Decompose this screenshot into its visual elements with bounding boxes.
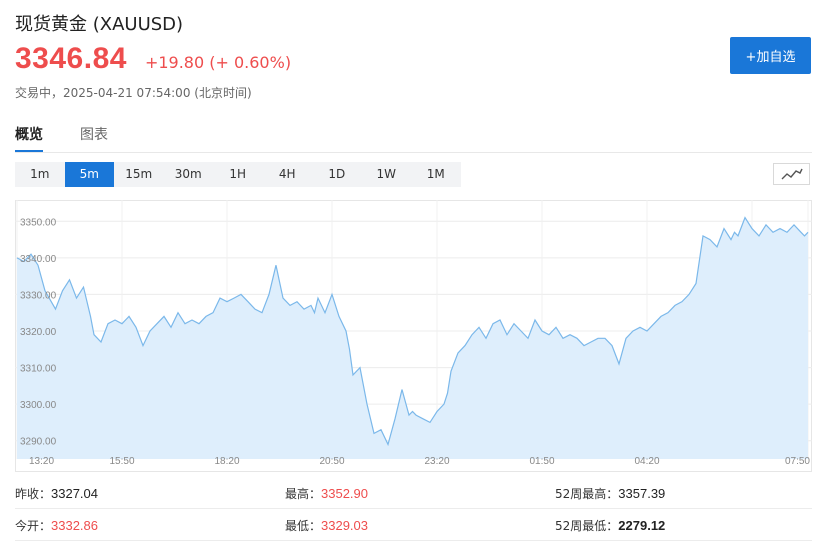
period-1w[interactable]: 1W [362,162,412,187]
prev-close-value: 3327.04 [51,486,99,501]
w52-high-value: 3357.39 [618,486,666,501]
w52-low-stat: 52周最低：2279.12 [555,517,665,534]
stats-row: 今开：3332.86 最低：3329.03 52周最低：2279.12 [15,510,812,541]
y-tick-label: 3320.00 [20,327,57,338]
prev-close-stat: 昨收：3327.04 [15,485,98,502]
stats-row: 昨收：3327.04 最高：3352.90 52周最高：3357.39 [15,478,812,509]
tab-chart[interactable]: 图表 [80,124,108,150]
period-30m[interactable]: 30m [164,162,214,187]
tab-bar: 概览 图表 [15,122,812,153]
period-1h[interactable]: 1H [213,162,263,187]
high-label: 最高： [285,487,322,501]
price-row: 3346.84 +19.80 (+ 0.60%) [15,42,291,76]
period-4h[interactable]: 4H [263,162,313,187]
tab-overview[interactable]: 概览 [15,124,43,152]
line-chart-icon [781,168,803,180]
prev-close-label: 昨收： [15,487,52,501]
x-tick-label: 04:20 [634,456,659,467]
open-stat: 今开：3332.86 [15,517,98,534]
y-tick-label: 3300.00 [20,400,57,411]
y-tick-label: 3340.00 [20,254,57,265]
stats-table: 昨收：3327.04 最高：3352.90 52周最高：3357.39 今开：3… [15,478,812,548]
x-tick-label: 01:50 [529,456,554,467]
period-selector: 1m 5m 15m 30m 1H 4H 1D 1W 1M [15,162,461,187]
period-1mo[interactable]: 1M [411,162,461,187]
period-15m[interactable]: 15m [114,162,164,187]
w52-high-label: 52周最高： [555,487,619,501]
x-tick-label: 23:20 [424,456,449,467]
chart-type-button[interactable] [773,163,810,185]
w52-low-value: 2279.12 [618,518,666,533]
y-tick-label: 3330.00 [20,290,57,301]
price-change: +19.80 (+ 0.60%) [144,53,292,72]
price-chart: 3290.00 3300.00 3310.00 3320.00 3330.00 3340.… [15,200,812,472]
y-tick-label: 3350.00 [20,217,57,228]
w52-high-stat: 52周最高：3357.39 [555,485,665,502]
high-value: 3352.90 [321,486,369,501]
open-value: 3332.86 [51,518,99,533]
add-watchlist-button[interactable]: +加自选 [730,37,811,74]
high-stat: 最高：3352.90 [285,485,368,502]
low-stat: 最低：3329.03 [285,517,368,534]
x-tick-label: 15:50 [109,456,134,467]
w52-low-label: 52周最低： [555,519,619,533]
open-label: 今开： [15,519,52,533]
x-tick-label: 07:50 [785,456,810,467]
period-1d[interactable]: 1D [312,162,362,187]
period-1m[interactable]: 1m [15,162,65,187]
x-tick-label: 13:20 [29,456,54,467]
price-chart-svg: 3290.00 3300.00 3310.00 3320.00 3330.00 3340.… [15,200,812,472]
page-title: 现货黄金 (XAUUSD) [15,14,184,35]
period-5m[interactable]: 5m [64,162,114,187]
trading-status: 交易中，2025-04-21 07:54:00 (北京时间) [15,86,252,100]
y-tick-label: 3310.00 [20,364,57,375]
x-tick-label: 18:20 [214,456,239,467]
y-tick-label: 3290.00 [20,437,57,448]
low-value: 3329.03 [321,518,369,533]
low-label: 最低： [285,519,322,533]
x-tick-label: 20:50 [319,456,344,467]
price-area [17,217,808,459]
last-price: 3346.84 [15,42,127,75]
